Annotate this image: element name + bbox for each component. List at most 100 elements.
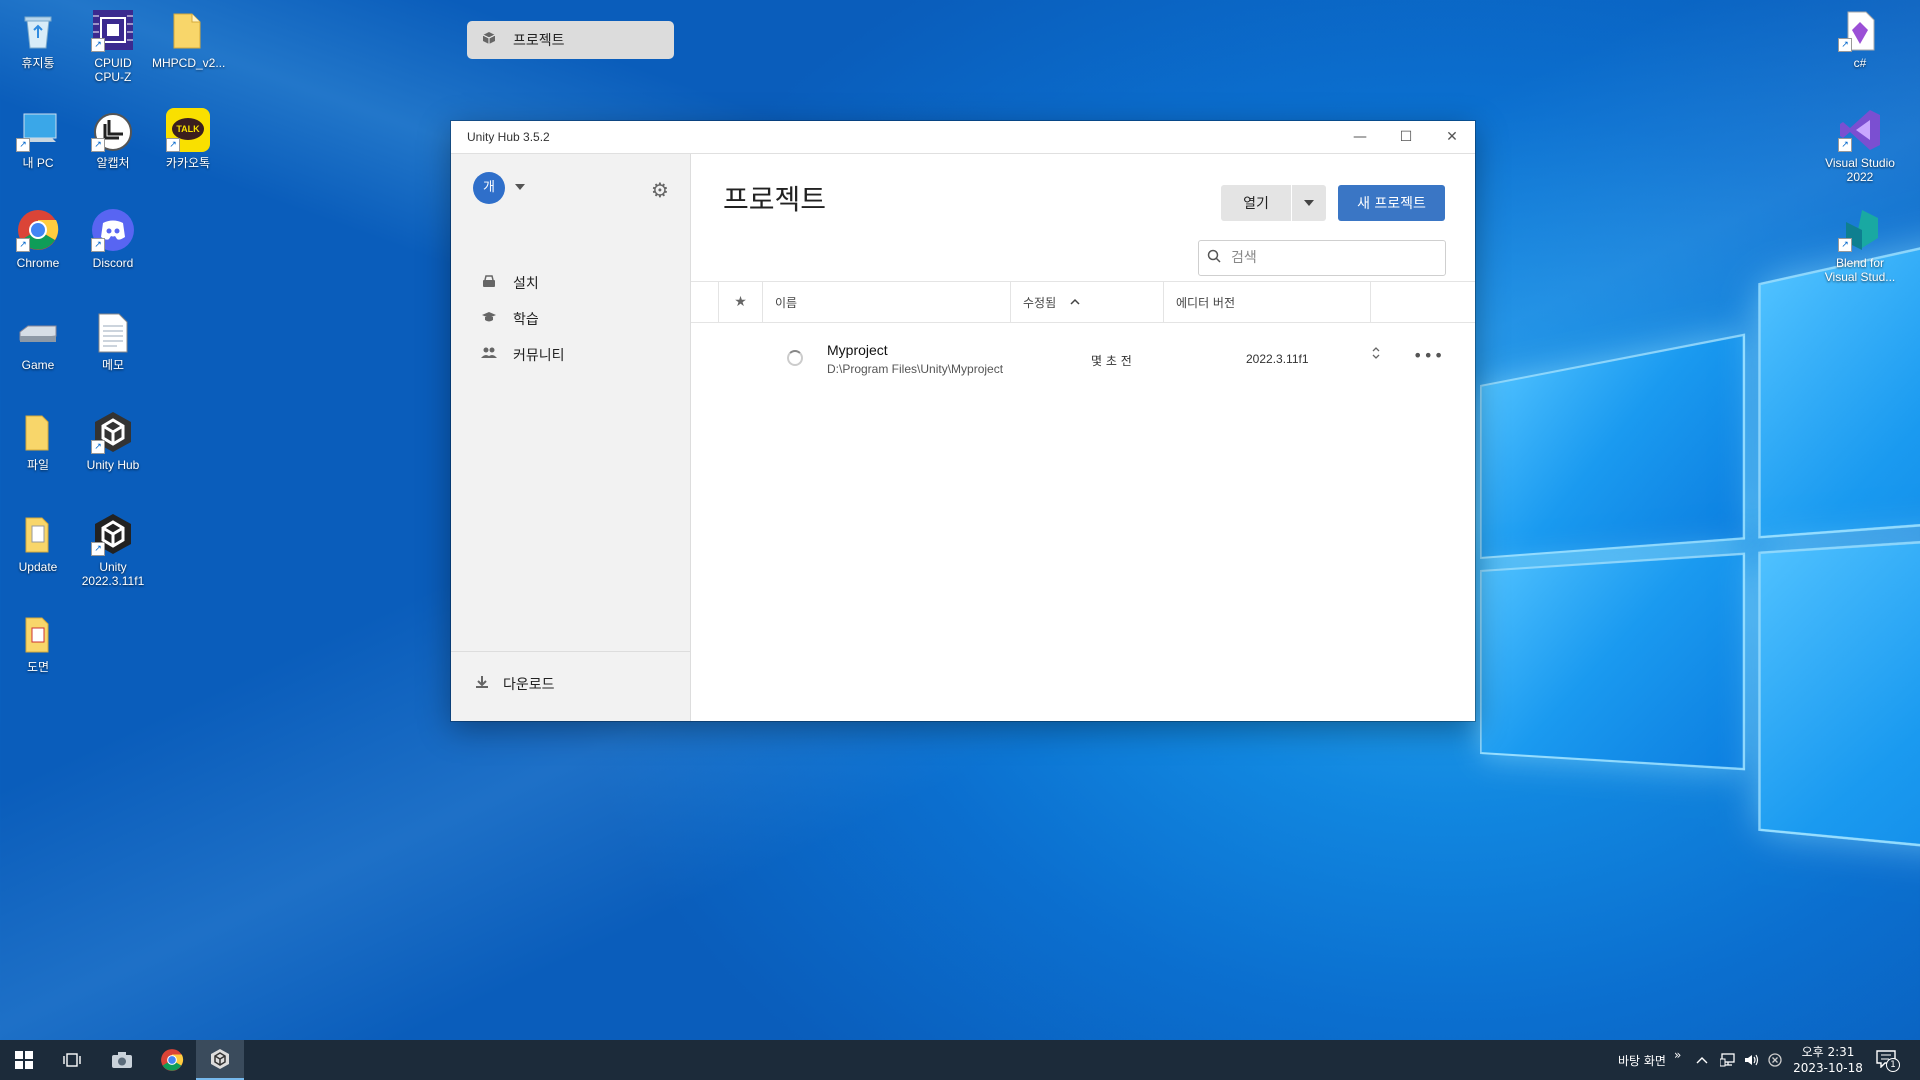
volume-control[interactable] (1744, 1040, 1760, 1080)
desktop-icon-alcapture[interactable]: ↗ 알캡처 (77, 108, 149, 170)
unity-hub-window: Unity Hub 3.5.2 — ☐ ✕ 개 ⚙ 프로젝트 설치 학습 커뮤니… (451, 21, 1475, 721)
desktop-icon-csharp[interactable]: ↗ c# (1824, 8, 1896, 70)
unity-hub-icon: ↗ (91, 410, 135, 454)
network-status[interactable] (1720, 1040, 1736, 1080)
search-input[interactable] (1229, 249, 1433, 267)
desktop-icon-game-drive[interactable]: Game (2, 310, 74, 372)
download-icon (475, 675, 489, 693)
desktop-icon-blend[interactable]: ↗ Blend for Visual Stud... (1824, 208, 1896, 284)
version-selector-icon[interactable] (1371, 346, 1381, 360)
action-center-button[interactable]: 1 (1876, 1040, 1900, 1080)
gear-icon[interactable]: ⚙ (651, 178, 669, 202)
desktop-icon-recycle-bin[interactable]: 휴지통 (2, 8, 74, 70)
column-favorite[interactable]: ★ (719, 282, 763, 322)
column-editor-version[interactable]: 에디터 버전 (1164, 282, 1371, 322)
sidebar-item-label: 프로젝트 (513, 33, 565, 49)
desktop-icon-visual-studio[interactable]: ↗ Visual Studio 2022 (1824, 108, 1896, 184)
clock-time: 오후 2:31 (1801, 1045, 1855, 1059)
desktop-icon-label: Visual Studio 2022 (1825, 156, 1895, 184)
desktop-icon-files[interactable]: 파일 (2, 410, 74, 472)
community-icon (479, 346, 499, 364)
desktop-icon-label: Update (18, 560, 58, 574)
desktop-icon-label: 메모 (101, 358, 125, 372)
notification-icon: 1 (1876, 1050, 1900, 1072)
camera-icon (112, 1052, 132, 1068)
recycle-bin-icon (16, 8, 60, 52)
desktop-icon-label: c# (1853, 56, 1867, 70)
sidebar-item-installs[interactable]: 설치 (467, 264, 674, 302)
close-circle-icon (1768, 1053, 1782, 1067)
close-button[interactable]: ✕ (1429, 121, 1475, 153)
discord-icon: ↗ (91, 208, 135, 252)
desktop-icon-label: MHPCD_v2... (152, 56, 226, 70)
column-name[interactable]: 이름 (763, 282, 1011, 322)
taskbar: 바탕 화면 » 오후 2:31 2023-10-18 1 (0, 1040, 1920, 1080)
search-box[interactable] (1198, 240, 1446, 276)
desktop-icon-unity[interactable]: ↗ Unity 2022.3.11f1 (77, 512, 149, 588)
desktop-icon-label: 휴지통 (21, 56, 55, 70)
more-options-icon[interactable]: ••• (1413, 346, 1444, 365)
desktop-icon-memo[interactable]: 메모 (77, 310, 149, 372)
desktop-icon-cpuz[interactable]: ↗ CPUID CPU-Z (77, 8, 149, 84)
desktop-icon-this-pc[interactable]: ↗ 내 PC (2, 108, 74, 170)
maximize-button[interactable]: ☐ (1383, 121, 1429, 153)
clock-date: 2023-10-18 (1793, 1061, 1863, 1075)
desktop-icon-discord[interactable]: ↗ Discord (77, 208, 149, 270)
desktop-icon-chrome[interactable]: ↗ Chrome (2, 208, 74, 270)
show-hidden-icons-button[interactable] (1696, 1040, 1708, 1080)
sidebar-item-community[interactable]: 커뮤니티 (467, 336, 674, 374)
desktop-icon-label: 도면 (26, 660, 50, 674)
tray-status[interactable] (1768, 1040, 1782, 1080)
windows-start-icon (15, 1051, 33, 1069)
project-editor-version[interactable]: 2022.3.11f1 (1246, 352, 1309, 366)
sidebar-item-label: 커뮤니티 (513, 348, 565, 364)
taskbar-chrome[interactable] (148, 1040, 196, 1080)
sidebar-divider (451, 651, 690, 652)
network-icon (1720, 1053, 1735, 1067)
table-row[interactable]: Myproject D:\Program Files\Unity\Myproje… (691, 324, 1475, 398)
project-path: D:\Program Files\Unity\Myproject (827, 362, 1004, 376)
desktop-icon-unity-hub[interactable]: ↗ Unity Hub (77, 410, 149, 472)
notification-count: 1 (1886, 1058, 1900, 1072)
column-modified[interactable]: 수정됨 (1011, 282, 1164, 322)
clock[interactable]: 오후 2:31 2023-10-18 (1792, 1040, 1864, 1080)
desktop-icon-label: Discord (92, 256, 134, 270)
project-name[interactable]: Myproject (827, 342, 888, 358)
desktop-icon-label: 내 PC (22, 156, 54, 170)
chevron-down-icon[interactable] (515, 184, 525, 190)
title-bar[interactable]: Unity Hub 3.5.2 — ☐ ✕ (451, 121, 1475, 154)
folder-icon (16, 612, 60, 656)
window-title: Unity Hub 3.5.2 (467, 130, 550, 144)
desktop-icon-label: Chrome (16, 256, 60, 270)
task-view-button[interactable] (48, 1040, 96, 1080)
new-project-button[interactable]: 새 프로젝트 (1338, 185, 1445, 221)
minimize-button[interactable]: — (1337, 121, 1383, 153)
cube-icon (479, 31, 499, 49)
downloads-button[interactable]: 다운로드 (475, 674, 555, 694)
chevron-down-icon (1304, 200, 1314, 206)
open-dropdown-button[interactable] (1292, 185, 1326, 221)
desktop-icon-label: Game (21, 358, 55, 372)
sidebar-item-projects[interactable]: 프로젝트 (467, 21, 674, 59)
start-button[interactable] (0, 1040, 48, 1080)
taskbar-camera-app[interactable] (98, 1040, 146, 1080)
desktop-icon-update[interactable]: Update (2, 512, 74, 574)
kakaotalk-icon: TALK ↗ (166, 108, 210, 152)
avatar[interactable]: 개 (473, 172, 505, 204)
open-button[interactable]: 열기 (1221, 185, 1291, 221)
desktop-toolbar[interactable]: 바탕 화면 » (1618, 1040, 1681, 1080)
text-file-icon (91, 310, 135, 354)
desktop-icon-label: Unity 2022.3.11f1 (81, 560, 145, 588)
desktop-icon-kakaotalk[interactable]: TALK ↗ 카카오톡 (152, 108, 224, 170)
desktop-icon-label: 파일 (26, 458, 50, 472)
desktop-icon-drawings[interactable]: 도면 (2, 612, 74, 674)
toolbar-chevron: » (1673, 1048, 1682, 1062)
column-modified-label: 수정됨 (1023, 295, 1057, 310)
taskbar-unity-hub[interactable] (196, 1040, 244, 1080)
desktop-icon-mhpcd[interactable]: MHPCD_v2... (152, 8, 226, 70)
sidebar-item-learn[interactable]: 학습 (467, 300, 674, 338)
loading-spinner-icon (787, 350, 803, 366)
sort-ascending-icon (1070, 295, 1080, 309)
chevron-up-icon (1696, 1057, 1708, 1064)
task-view-icon (63, 1053, 81, 1067)
